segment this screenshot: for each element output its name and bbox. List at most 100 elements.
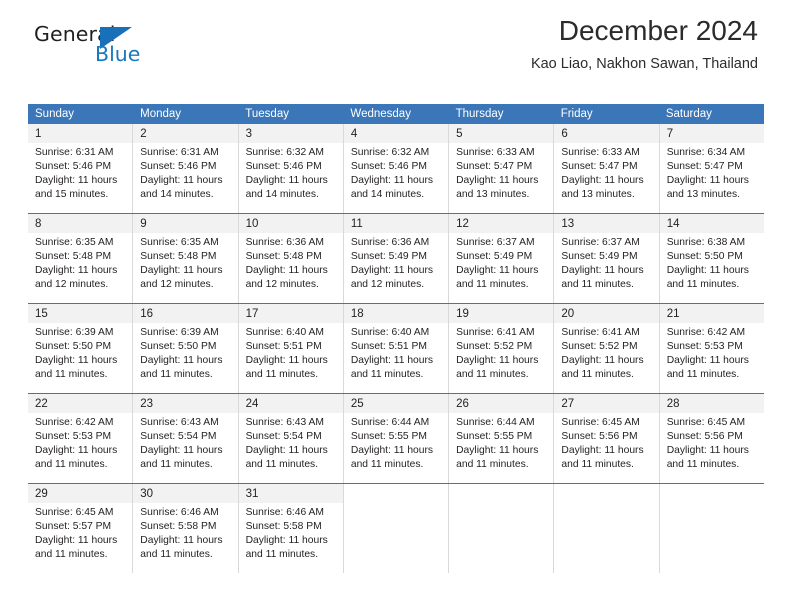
day-cell[interactable]: 31 Sunrise: 6:46 AM Sunset: 5:58 PM Dayl… xyxy=(238,484,344,573)
day-number: 6 xyxy=(554,124,659,143)
day-cell[interactable]: 1 Sunrise: 6:31 AM Sunset: 5:46 PM Dayli… xyxy=(28,124,134,213)
day-details: Sunrise: 6:44 AM Sunset: 5:55 PM Dayligh… xyxy=(344,413,448,472)
daylight-text-line2: and 11 minutes. xyxy=(666,279,740,290)
day-cell[interactable]: 26 Sunrise: 6:44 AM Sunset: 5:55 PM Dayl… xyxy=(449,394,555,483)
daylight-text-line2: and 11 minutes. xyxy=(350,459,424,470)
day-cell[interactable]: 2 Sunrise: 6:31 AM Sunset: 5:46 PM Dayli… xyxy=(133,124,239,213)
sunrise-text: Sunrise: 6:45 AM xyxy=(561,417,640,428)
day-details: Sunrise: 6:43 AM Sunset: 5:54 PM Dayligh… xyxy=(133,413,237,472)
day-cell[interactable]: 4 Sunrise: 6:32 AM Sunset: 5:46 PM Dayli… xyxy=(343,124,450,213)
day-cell[interactable]: 5 Sunrise: 6:33 AM Sunset: 5:47 PM Dayli… xyxy=(449,124,555,213)
day-number: 20 xyxy=(554,304,659,323)
day-cell[interactable]: 8 Sunrise: 6:35 AM Sunset: 5:48 PM Dayli… xyxy=(28,214,134,303)
day-cell[interactable]: 12 Sunrise: 6:37 AM Sunset: 5:49 PM Dayl… xyxy=(449,214,555,303)
daylight-text-line2: and 15 minutes. xyxy=(35,189,109,200)
day-number: 21 xyxy=(659,304,764,323)
daylight-text-line2: and 12 minutes. xyxy=(245,279,319,290)
page-subtitle: Kao Liao, Nakhon Sawan, Thailand xyxy=(530,56,758,72)
day-number: 14 xyxy=(659,214,764,233)
day-details: Sunrise: 6:31 AM Sunset: 5:46 PM Dayligh… xyxy=(133,143,237,202)
day-cell[interactable]: 10 Sunrise: 6:36 AM Sunset: 5:48 PM Dayl… xyxy=(238,214,344,303)
day-cell[interactable]: 3 Sunrise: 6:32 AM Sunset: 5:46 PM Dayli… xyxy=(238,124,344,213)
sunset-text: Sunset: 5:54 PM xyxy=(245,431,322,442)
sunset-text: Sunset: 5:53 PM xyxy=(35,431,112,442)
day-cell[interactable]: 21 Sunrise: 6:42 AM Sunset: 5:53 PM Dayl… xyxy=(659,304,764,393)
day-details: Sunrise: 6:37 AM Sunset: 5:49 PM Dayligh… xyxy=(449,233,553,292)
sunset-text: Sunset: 5:46 PM xyxy=(140,161,217,172)
day-cell[interactable]: 17 Sunrise: 6:40 AM Sunset: 5:51 PM Dayl… xyxy=(238,304,344,393)
sunset-text: Sunset: 5:56 PM xyxy=(561,431,638,442)
daylight-text-line2: and 11 minutes. xyxy=(140,549,213,560)
day-cell[interactable]: 29 Sunrise: 6:45 AM Sunset: 5:57 PM Dayl… xyxy=(28,484,134,573)
day-cell[interactable]: 20 Sunrise: 6:41 AM Sunset: 5:52 PM Dayl… xyxy=(554,304,660,393)
sunrise-text: Sunrise: 6:45 AM xyxy=(35,507,114,518)
day-details: Sunrise: 6:40 AM Sunset: 5:51 PM Dayligh… xyxy=(239,323,343,382)
day-details: Sunrise: 6:45 AM Sunset: 5:56 PM Dayligh… xyxy=(660,413,764,472)
sunrise-text: Sunrise: 6:35 AM xyxy=(140,237,219,248)
day-cell[interactable]: 25 Sunrise: 6:44 AM Sunset: 5:55 PM Dayl… xyxy=(343,394,450,483)
daylight-text-line2: and 11 minutes. xyxy=(350,369,424,380)
sunrise-text: Sunrise: 6:32 AM xyxy=(350,147,430,158)
day-number xyxy=(449,484,554,503)
daylight-text-line1: Daylight: 11 hours xyxy=(140,445,223,456)
general-blue-logo[interactable]: General Blue xyxy=(34,22,234,72)
day-number: 12 xyxy=(449,214,554,233)
day-cell[interactable]: 23 Sunrise: 6:43 AM Sunset: 5:54 PM Dayl… xyxy=(133,394,239,483)
sunset-text: Sunset: 5:55 PM xyxy=(350,431,427,442)
sunset-text: Sunset: 5:51 PM xyxy=(245,341,322,352)
sunrise-text: Sunrise: 6:40 AM xyxy=(245,327,324,338)
daylight-text-line2: and 14 minutes. xyxy=(350,189,425,200)
day-details: Sunrise: 6:45 AM Sunset: 5:57 PM Dayligh… xyxy=(28,503,132,562)
day-number xyxy=(343,484,449,503)
day-details: Sunrise: 6:32 AM Sunset: 5:46 PM Dayligh… xyxy=(344,143,448,202)
sunrise-text: Sunrise: 6:31 AM xyxy=(140,147,219,158)
day-number: 11 xyxy=(343,214,449,233)
day-cell-empty xyxy=(343,484,450,573)
day-number: 31 xyxy=(238,484,343,503)
day-cell[interactable]: 6 Sunrise: 6:33 AM Sunset: 5:47 PM Dayli… xyxy=(554,124,660,213)
day-cell[interactable]: 11 Sunrise: 6:36 AM Sunset: 5:49 PM Dayl… xyxy=(343,214,450,303)
sunset-text: Sunset: 5:50 PM xyxy=(666,251,743,262)
day-cell[interactable]: 15 Sunrise: 6:39 AM Sunset: 5:50 PM Dayl… xyxy=(28,304,134,393)
page-header: General Blue December 2024 Kao Liao, Nak… xyxy=(28,0,764,72)
daylight-text-line1: Daylight: 11 hours xyxy=(666,445,749,456)
daylight-text-line2: and 11 minutes. xyxy=(35,459,108,470)
daylight-text-line2: and 12 minutes. xyxy=(140,279,214,290)
daylight-text-line1: Daylight: 11 hours xyxy=(456,175,539,186)
daylight-text-line1: Daylight: 11 hours xyxy=(350,175,434,186)
daylight-text-line2: and 12 minutes. xyxy=(350,279,425,290)
day-cell[interactable]: 13 Sunrise: 6:37 AM Sunset: 5:49 PM Dayl… xyxy=(554,214,660,303)
day-cell[interactable]: 9 Sunrise: 6:35 AM Sunset: 5:48 PM Dayli… xyxy=(133,214,239,303)
day-details: Sunrise: 6:42 AM Sunset: 5:53 PM Dayligh… xyxy=(28,413,132,472)
day-number: 5 xyxy=(449,124,554,143)
day-cell[interactable]: 30 Sunrise: 6:46 AM Sunset: 5:58 PM Dayl… xyxy=(133,484,239,573)
weekday-header-monday: Monday xyxy=(140,108,182,120)
day-cell[interactable]: 24 Sunrise: 6:43 AM Sunset: 5:54 PM Dayl… xyxy=(238,394,344,483)
calendar-week-row: 1 Sunrise: 6:31 AM Sunset: 5:46 PM Dayli… xyxy=(28,123,764,213)
day-number: 7 xyxy=(659,124,764,143)
day-cell[interactable]: 22 Sunrise: 6:42 AM Sunset: 5:53 PM Dayl… xyxy=(28,394,134,483)
day-cell[interactable]: 18 Sunrise: 6:40 AM Sunset: 5:51 PM Dayl… xyxy=(343,304,450,393)
day-cell[interactable]: 19 Sunrise: 6:41 AM Sunset: 5:52 PM Dayl… xyxy=(449,304,555,393)
daylight-text-line1: Daylight: 11 hours xyxy=(245,535,328,546)
calendar-week-row: 29 Sunrise: 6:45 AM Sunset: 5:57 PM Dayl… xyxy=(28,483,764,573)
sunrise-text: Sunrise: 6:41 AM xyxy=(561,327,640,338)
sunset-text: Sunset: 5:50 PM xyxy=(35,341,112,352)
day-cell[interactable]: 27 Sunrise: 6:45 AM Sunset: 5:56 PM Dayl… xyxy=(554,394,660,483)
weekday-header-thursday: Thursday xyxy=(455,108,504,120)
day-number: 25 xyxy=(343,394,449,413)
daylight-text-line1: Daylight: 11 hours xyxy=(456,445,539,456)
weekday-header-tuesday: Tuesday xyxy=(245,108,289,120)
daylight-text-line2: and 11 minutes. xyxy=(245,549,319,560)
day-details: Sunrise: 6:46 AM Sunset: 5:58 PM Dayligh… xyxy=(239,503,343,562)
day-cell[interactable]: 7 Sunrise: 6:34 AM Sunset: 5:47 PM Dayli… xyxy=(659,124,764,213)
sunset-text: Sunset: 5:51 PM xyxy=(350,341,427,352)
daylight-text-line2: and 11 minutes. xyxy=(456,279,529,290)
day-number: 27 xyxy=(554,394,659,413)
day-cell[interactable]: 28 Sunrise: 6:45 AM Sunset: 5:56 PM Dayl… xyxy=(659,394,764,483)
daylight-text-line1: Daylight: 11 hours xyxy=(140,265,223,276)
day-cell[interactable]: 16 Sunrise: 6:39 AM Sunset: 5:50 PM Dayl… xyxy=(133,304,239,393)
day-number: 9 xyxy=(133,214,238,233)
day-number: 2 xyxy=(133,124,238,143)
day-cell[interactable]: 14 Sunrise: 6:38 AM Sunset: 5:50 PM Dayl… xyxy=(659,214,764,303)
